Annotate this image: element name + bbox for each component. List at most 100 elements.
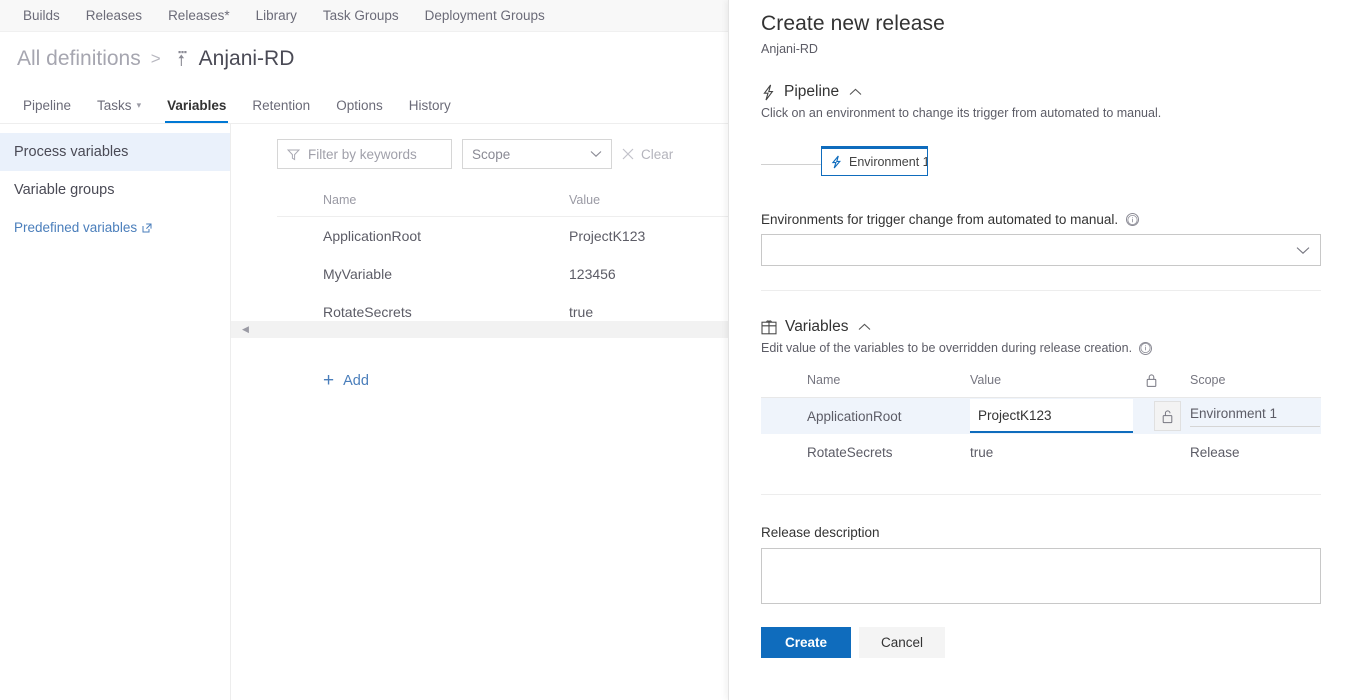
definition-tabs: Pipeline Tasks ▾ Variables Retention Opt… — [0, 86, 728, 124]
tab-pipeline[interactable]: Pipeline — [10, 98, 84, 123]
environments-field-label: Environments for trigger change from aut… — [761, 212, 1321, 227]
chevron-down-icon: ▾ — [137, 100, 142, 111]
release-definition-icon — [171, 48, 191, 70]
nav-item-releases-starred[interactable]: Releases* — [155, 0, 243, 32]
variables-section-header[interactable]: Variables — [761, 318, 1321, 336]
nav-item-releases[interactable]: Releases — [73, 0, 155, 32]
tab-history[interactable]: History — [396, 98, 464, 123]
nav-item-library[interactable]: Library — [243, 0, 310, 32]
chevron-up-icon — [849, 88, 862, 96]
release-description-label: Release description — [761, 525, 1321, 540]
column-header-scope: Scope — [1190, 373, 1225, 388]
variables-sidebar: Process variables Variable groups Predef… — [0, 124, 231, 700]
pipeline-lightning-icon — [761, 84, 776, 101]
cancel-button[interactable]: Cancel — [859, 627, 945, 658]
info-icon[interactable] — [1139, 342, 1152, 355]
column-header-value: Value — [569, 193, 600, 207]
column-header-name: Name — [807, 373, 970, 388]
release-definition-app: Builds Releases Releases* Library Task G… — [0, 0, 728, 700]
close-icon — [622, 148, 634, 160]
scope-dropdown[interactable]: Scope — [462, 139, 612, 169]
panel-title: Create new release — [761, 12, 1321, 36]
chevron-down-icon — [1296, 246, 1310, 255]
cell-variable-name: MyVariable — [323, 266, 569, 282]
create-release-panel: Create new release Anjani-RD Pipeline Cl… — [728, 0, 1353, 700]
variables-section-description: Edit value of the variables to be overri… — [761, 341, 1321, 355]
environment-lightning-icon — [830, 155, 843, 169]
tab-retention-label: Retention — [252, 98, 310, 113]
table-row[interactable]: MyVariable 123456 — [277, 255, 728, 293]
nav-item-task-groups[interactable]: Task Groups — [310, 0, 412, 32]
variable-value-input[interactable] — [970, 399, 1133, 433]
cell-variable-scope: Release — [1190, 445, 1321, 460]
plus-icon: + — [323, 371, 334, 390]
cell-variable-name: RotateSecrets — [323, 304, 569, 320]
cell-variable-value: ProjectK123 — [569, 228, 645, 244]
add-variable-button[interactable]: + Add — [277, 371, 728, 390]
pipeline-environment-node-label: Environment 1 — [849, 155, 928, 169]
unlock-icon — [1161, 409, 1174, 424]
table-row[interactable]: RotateSecrets true Release — [761, 434, 1321, 470]
external-link-icon — [142, 223, 152, 233]
clear-filters-label: Clear — [641, 147, 673, 162]
table-header-row: Name Value — [277, 183, 728, 217]
breadcrumb-separator: > — [149, 49, 163, 69]
cell-variable-value[interactable] — [970, 399, 1145, 433]
lock-icon — [1145, 373, 1158, 388]
variables-description-text: Edit value of the variables to be overri… — [761, 341, 1132, 355]
cell-variable-scope: Environment 1 — [1190, 406, 1321, 427]
table-row[interactable]: ApplicationRoot ProjectK123 — [277, 217, 728, 255]
panel-subtitle: Anjani-RD — [761, 42, 1321, 56]
create-button[interactable]: Create — [761, 627, 851, 658]
horizontal-scrollbar[interactable]: ◀ — [231, 321, 728, 338]
add-variable-label: Add — [343, 373, 369, 389]
cell-variable-lock[interactable] — [1145, 401, 1190, 431]
unlock-toggle-button[interactable] — [1154, 401, 1181, 431]
tab-pipeline-label: Pipeline — [23, 98, 71, 113]
filter-icon — [287, 148, 300, 161]
search-filter-box[interactable]: Filter by keywords — [277, 139, 452, 169]
section-divider — [761, 290, 1321, 291]
sidebar-item-process-variables-label: Process variables — [14, 144, 128, 160]
screen-root: Builds Releases Releases* Library Task G… — [0, 0, 1353, 700]
sidebar-item-process-variables[interactable]: Process variables — [0, 133, 230, 171]
environments-dropdown[interactable] — [761, 234, 1321, 266]
breadcrumb-all-definitions[interactable]: All definitions — [17, 47, 141, 71]
pipeline-diagram: Environment 1 — [761, 138, 1321, 194]
panel-action-buttons: Create Cancel — [761, 627, 1321, 658]
cell-variable-value: true — [569, 304, 593, 320]
tab-options[interactable]: Options — [323, 98, 396, 123]
sidebar-item-predefined-variables-label: Predefined variables — [14, 220, 137, 235]
variable-scope-value: Environment 1 — [1190, 406, 1320, 427]
table-row[interactable]: ApplicationRoot Enviro — [761, 398, 1321, 434]
pipeline-section-header[interactable]: Pipeline — [761, 83, 1321, 101]
nav-item-deployment-groups[interactable]: Deployment Groups — [412, 0, 558, 32]
section-divider — [761, 494, 1321, 495]
cell-variable-name: ApplicationRoot — [807, 409, 970, 424]
breadcrumb: All definitions > Anjani-RD — [0, 32, 728, 86]
sidebar-item-variable-groups[interactable]: Variable groups — [0, 171, 230, 209]
release-description-textarea[interactable] — [761, 548, 1321, 604]
release-variables-table: Name Value Scope ApplicationRoot — [761, 373, 1321, 470]
tab-options-label: Options — [336, 98, 383, 113]
sidebar-item-variable-groups-label: Variable groups — [14, 182, 115, 198]
variables-box-icon — [761, 319, 777, 335]
sidebar-item-predefined-variables[interactable]: Predefined variables — [0, 209, 230, 246]
column-header-name: Name — [323, 193, 569, 207]
clear-filters-button[interactable]: Clear — [622, 147, 673, 162]
scroll-left-arrow-icon[interactable]: ◀ — [231, 324, 249, 335]
tab-variables-label: Variables — [167, 98, 226, 113]
tab-variables[interactable]: Variables — [154, 98, 239, 123]
tab-retention[interactable]: Retention — [239, 98, 323, 123]
tab-tasks[interactable]: Tasks ▾ — [84, 98, 154, 123]
info-icon[interactable] — [1126, 213, 1139, 226]
cell-variable-value[interactable]: true — [970, 445, 1145, 460]
table-header-row: Name Value Scope — [761, 373, 1321, 398]
pipeline-environment-node[interactable]: Environment 1 — [821, 146, 928, 176]
scope-dropdown-label: Scope — [472, 147, 510, 162]
chevron-down-icon — [590, 150, 602, 158]
process-variables-table: Name Value ApplicationRoot ProjectK123 M… — [277, 183, 728, 331]
nav-item-builds[interactable]: Builds — [10, 0, 73, 32]
pipeline-connector-line — [761, 164, 823, 165]
variables-section-title: Variables — [785, 318, 848, 336]
